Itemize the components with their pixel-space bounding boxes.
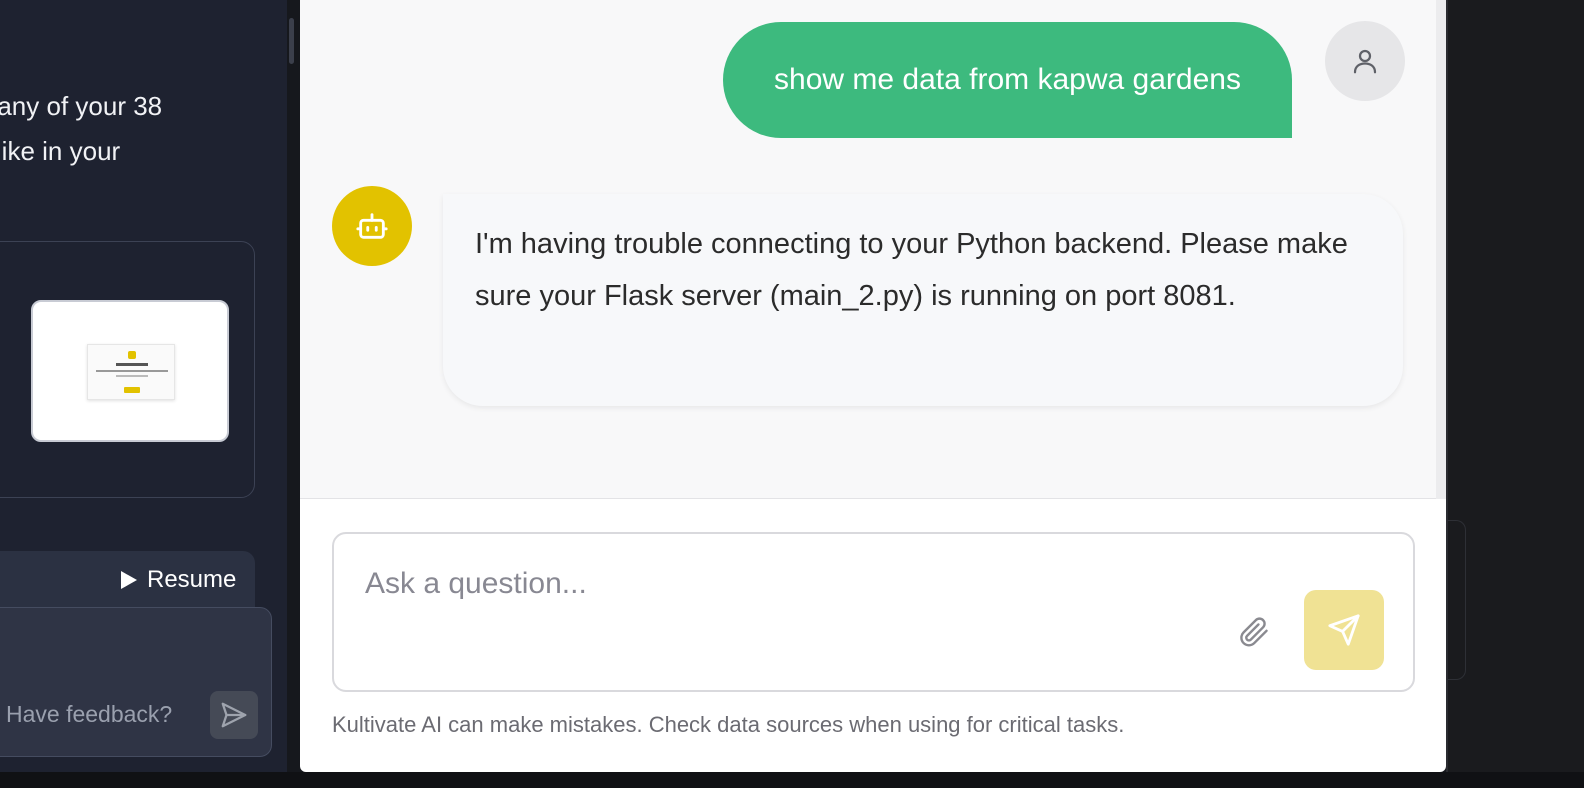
left-panel: om any of your 38 ust like in your Resum… <box>0 0 287 772</box>
thumbnail-line <box>116 363 148 366</box>
bottom-strip <box>0 772 1584 788</box>
question-input[interactable] <box>365 564 1185 604</box>
resume-label: Resume <box>147 566 237 593</box>
intro-line-2: ust like in your <box>0 136 121 166</box>
bot-avatar <box>332 186 412 266</box>
feedback-send-button[interactable] <box>210 691 258 739</box>
thumbnail-content <box>87 344 175 400</box>
background-panel-edge <box>1448 520 1466 680</box>
background-right <box>1446 0 1584 788</box>
robot-icon <box>356 213 388 239</box>
send-icon <box>1328 614 1360 646</box>
user-message: show me data from kapwa gardens <box>723 22 1292 138</box>
user-avatar <box>1325 21 1405 101</box>
message-list: show me data from kapwa gardens I'm havi… <box>300 0 1446 499</box>
disclaimer: Kultivate AI can make mistakes. Check da… <box>332 712 1125 737</box>
chat-window: show me data from kapwa gardens I'm havi… <box>300 0 1446 772</box>
thumbnail-line <box>96 370 168 372</box>
chat-scrollbar[interactable] <box>1436 0 1446 499</box>
intro-text: om any of your 38 ust like in your <box>0 84 264 174</box>
preview-thumbnail[interactable] <box>31 300 229 442</box>
thumbnail-logo <box>128 351 136 359</box>
send-button[interactable] <box>1304 590 1384 670</box>
user-icon <box>1353 49 1377 74</box>
paperclip-icon <box>1240 617 1268 647</box>
intro-line-1: om any of your 38 <box>0 91 163 121</box>
attach-button[interactable] <box>1234 612 1274 652</box>
resume-button[interactable]: Resume <box>121 566 236 594</box>
left-scrollbar[interactable] <box>289 18 294 64</box>
bot-message: I'm having trouble connecting to your Py… <box>443 194 1403 406</box>
send-icon <box>221 702 247 728</box>
feedback-input[interactable] <box>6 697 201 731</box>
thumbnail-line <box>116 375 148 377</box>
play-icon <box>121 571 137 589</box>
thumbnail-button <box>124 387 140 393</box>
question-box <box>332 532 1415 692</box>
